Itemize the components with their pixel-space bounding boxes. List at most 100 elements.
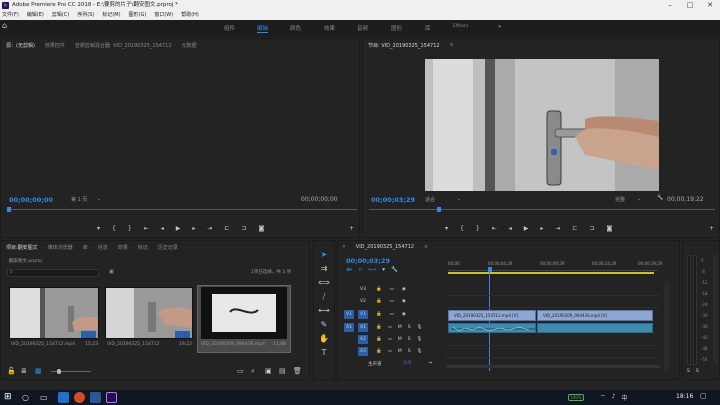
tab-media-browser[interactable]: 媒体浏览器 — [48, 244, 73, 251]
mic-icon[interactable]: 🎙 — [417, 325, 423, 330]
marker-icon[interactable]: ▾ — [445, 225, 448, 232]
solo-button[interactable]: S — [408, 337, 411, 342]
selection-tool-icon[interactable]: ➤ — [318, 249, 330, 261]
meter-scrollbar[interactable] — [713, 255, 718, 365]
timeline-scrollbar[interactable] — [446, 365, 660, 368]
play-icon[interactable]: ▶ — [176, 225, 181, 232]
go-to-in-icon[interactable]: ⇤ — [144, 225, 149, 232]
add-marker-icon[interactable]: ▾ — [382, 267, 385, 273]
chevron-down-icon[interactable]: ⌄ — [97, 196, 101, 202]
add-button-icon[interactable]: + — [349, 225, 354, 232]
play-icon[interactable]: ▶ — [524, 225, 529, 232]
tab-info[interactable]: 信息 — [98, 244, 108, 251]
mark-out-icon[interactable]: } — [476, 225, 480, 232]
source-timecode-in[interactable]: 00;00;00;00 — [9, 196, 53, 204]
camera-icon[interactable]: ◙ — [258, 225, 264, 232]
close-button[interactable]: ✕ — [700, 0, 720, 11]
menu-graphics[interactable]: 图形(G) — [129, 11, 147, 20]
toggle-sync-icon[interactable]: ▭ — [388, 349, 392, 354]
marker-icon[interactable]: ▾ — [97, 225, 100, 232]
search-input[interactable]: ⌕ — [7, 269, 99, 277]
track-lane-v2[interactable] — [446, 297, 660, 308]
quality-select[interactable]: 完整 — [615, 196, 625, 203]
mic-icon[interactable]: 🎙 — [417, 349, 423, 354]
razor-tool-icon[interactable]: ⧸ — [318, 291, 330, 303]
track-select-tool-icon[interactable]: ⇉ — [318, 263, 330, 275]
go-to-out-icon[interactable]: ⇥ — [207, 225, 212, 232]
menu-window[interactable]: 窗口(W) — [154, 11, 173, 20]
mark-out-icon[interactable]: } — [128, 225, 132, 232]
source-playhead[interactable] — [7, 207, 11, 212]
hand-tool-icon[interactable]: ✋ — [318, 333, 330, 345]
program-scrub-bar[interactable] — [369, 209, 715, 210]
tab-markers[interactable]: 标记 — [138, 244, 148, 251]
premiere-taskbar-icon[interactable] — [106, 392, 117, 403]
timeline-timecode[interactable]: 00;00;03;29 — [346, 257, 390, 265]
toggle-sync-icon[interactable]: ▭ — [388, 325, 392, 330]
tab-program[interactable]: 节目: VID_20190325_154712 — [368, 42, 440, 49]
menu-icon[interactable]: ≡ — [424, 245, 428, 250]
pen-tool-icon[interactable]: ✎ — [318, 319, 330, 331]
workspace-editing[interactable]: 编辑 — [257, 24, 269, 33]
go-to-in-icon[interactable]: ⇤ — [492, 225, 497, 232]
automate-icon[interactable]: ▭ — [237, 367, 244, 376]
track-lane-a3[interactable] — [446, 347, 660, 358]
solo-button[interactable]: S — [696, 369, 699, 374]
windows-start-icon[interactable]: ⊞ — [4, 392, 15, 403]
menu-file[interactable]: 文件(F) — [2, 11, 19, 20]
step-back-icon[interactable]: ◂ — [509, 225, 512, 232]
fit-select[interactable]: 适合 — [425, 196, 435, 203]
slip-tool-icon[interactable]: ⟷ — [318, 305, 330, 317]
lock-icon[interactable]: 🔒 — [376, 287, 382, 292]
nest-icon[interactable]: ⟴ — [346, 267, 352, 273]
minimize-button[interactable]: – — [660, 0, 680, 11]
task-view-icon[interactable]: ▭ — [40, 392, 51, 403]
chrome-icon[interactable] — [74, 392, 85, 403]
step-forward-icon[interactable]: ▸ — [192, 225, 195, 232]
tab-effect-controls[interactable]: 效果控件 — [45, 42, 65, 49]
notification-icon[interactable]: ▢ — [700, 392, 707, 400]
program-timecode[interactable]: 00;00;03;29 — [371, 196, 415, 204]
find-icon[interactable]: ⌕ — [251, 367, 255, 376]
work-area-bar[interactable] — [448, 272, 654, 274]
video-clip-2[interactable]: VID_20190309_094430.mp4 [V] — [537, 310, 653, 321]
step-back-icon[interactable]: ◂ — [161, 225, 164, 232]
tab-audio-clip-mixer[interactable]: 音频剪辑混合器: VID_20190325_154712 — [75, 42, 172, 49]
track-lane-a2[interactable] — [446, 335, 660, 346]
lift-icon[interactable]: ⊏ — [572, 225, 577, 232]
lock-icon[interactable]: 🔒 — [376, 299, 382, 304]
toggle-sync-icon[interactable]: ▭ — [390, 312, 394, 317]
audio-clip-1[interactable] — [448, 323, 536, 333]
go-to-out-icon[interactable]: ⇥ — [555, 225, 560, 232]
step-forward-icon[interactable]: ▸ — [540, 225, 543, 232]
eye-icon[interactable]: ◉ — [402, 287, 406, 292]
word-icon[interactable] — [90, 392, 101, 403]
timeline-ruler[interactable]: 00;00 00;00;04;29 00;00;09;29 00;00;14;2… — [448, 259, 662, 271]
tab-libraries[interactable]: 库 — [83, 244, 88, 251]
menu-icon[interactable]: ≡ — [450, 43, 454, 48]
track-lane-v3[interactable] — [446, 285, 660, 296]
type-tool-icon[interactable]: T — [318, 347, 330, 359]
video-clip-1[interactable]: VID_20190325_154712.mp4 [V] — [448, 310, 536, 321]
workspace-more-icon[interactable]: » — [498, 24, 501, 30]
solo-button[interactable]: S — [408, 349, 411, 354]
icon-view-icon[interactable]: ▦ — [35, 367, 42, 376]
workspace-effects[interactable]: 效果 — [324, 24, 335, 32]
source-scrub-bar[interactable] — [7, 209, 357, 210]
tab-project[interactable]: 项目:翻安图文 — [6, 244, 38, 251]
wifi-icon[interactable]: ⌔ — [600, 393, 606, 402]
solo-button[interactable]: S — [687, 369, 690, 374]
menu-help[interactable]: 帮助(H) — [181, 11, 199, 20]
toggle-sync-icon[interactable]: ▭ — [390, 299, 394, 304]
extract-icon[interactable]: ⊐ — [589, 225, 594, 232]
media-thumbnail-3[interactable] — [201, 287, 287, 339]
trash-icon[interactable]: 🗑 — [293, 367, 302, 376]
solo-button[interactable]: S — [408, 325, 411, 330]
lock-icon[interactable]: 🔒 — [376, 349, 382, 354]
menu-edit[interactable]: 编辑(E) — [27, 11, 44, 20]
workspace-effects-custom[interactable]: Effects — [453, 24, 468, 29]
workspace-audio[interactable]: 音频 — [357, 24, 368, 32]
insert-icon[interactable]: ⊏ — [224, 225, 229, 232]
toggle-sync-icon[interactable]: ▭ — [388, 337, 392, 342]
mute-button[interactable]: M — [398, 337, 402, 342]
